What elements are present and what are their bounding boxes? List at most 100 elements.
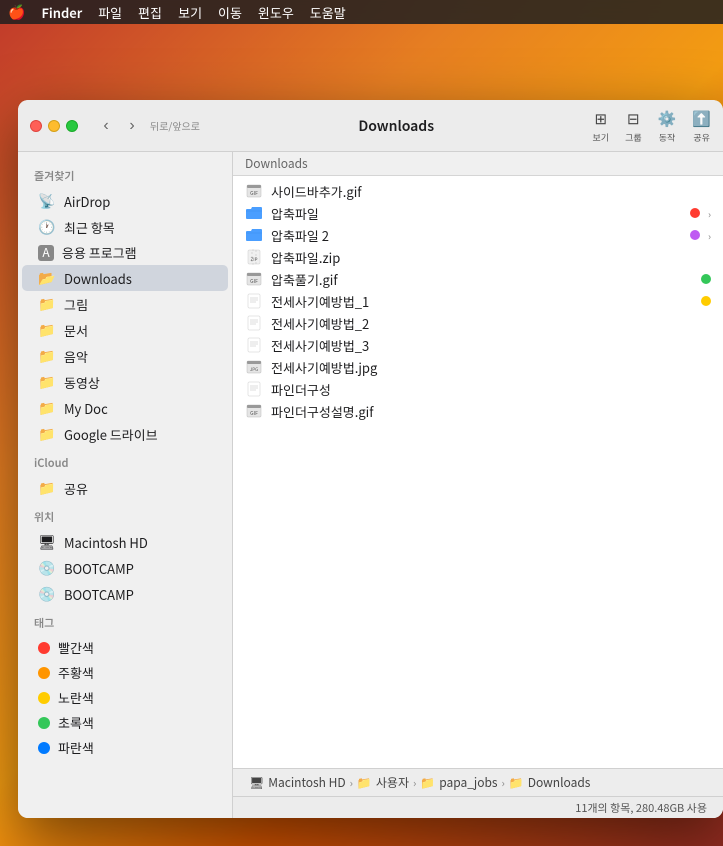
sidebar-item-pictures[interactable]: 📁 그림 xyxy=(22,291,228,317)
menubar-help[interactable]: 도움말 xyxy=(310,3,346,22)
sidebar-item-airdrop[interactable]: 📡 AirDrop xyxy=(22,188,228,214)
sidebar-item-tag-orange[interactable]: 주황색 xyxy=(22,660,228,685)
status-text: 11개의 항목, 280.48GB 사용 xyxy=(575,800,707,816)
svg-text:ZIP: ZIP xyxy=(251,257,258,263)
file-icon-4: GIF xyxy=(245,270,263,288)
group-action[interactable]: ⊟ 그룹 xyxy=(625,108,642,144)
breadcrumb-papa-jobs-icon: 📁 xyxy=(420,774,435,791)
menubar-finder[interactable]: Finder xyxy=(41,3,82,22)
sidebar-item-tag-red[interactable]: 빨간색 xyxy=(22,635,228,660)
toolbar-title: Downloads xyxy=(212,116,581,136)
sidebar-item-movies[interactable]: 📁 동영상 xyxy=(22,369,228,395)
file-badge-5 xyxy=(701,296,711,306)
apps-icon: A xyxy=(38,245,54,261)
file-name-6: 전세사기예방법_2 xyxy=(271,314,711,333)
apple-menu[interactable]: 🍎 xyxy=(8,2,25,22)
fullscreen-button[interactable] xyxy=(66,120,78,132)
sidebar-item-downloads[interactable]: 📂 Downloads xyxy=(22,265,228,291)
action-action[interactable]: ⚙️ 동작 xyxy=(658,108,677,144)
breadcrumb-users-label: 사용자 xyxy=(376,774,409,791)
tag-orange-dot xyxy=(38,667,50,679)
close-button[interactable] xyxy=(30,120,42,132)
back-button[interactable]: ‹ xyxy=(94,114,118,138)
file-icon-9 xyxy=(245,380,263,398)
sidebar-item-macintosh-hd[interactable]: 🖥 Macintosh HD xyxy=(22,529,228,555)
file-item-6[interactable]: 전세사기예방법_2 xyxy=(233,312,723,334)
menubar-view[interactable]: 보기 xyxy=(178,3,202,22)
forward-button[interactable]: › xyxy=(120,114,144,138)
sidebar-item-movies-label: 동영상 xyxy=(64,373,100,392)
sidebar-item-icloud-share-label: 공유 xyxy=(64,479,88,498)
file-icon-5 xyxy=(245,292,263,310)
file-list-header-text: Downloads xyxy=(245,155,308,172)
toolbar-actions: ⊞ 보기 ⊟ 그룹 ⚙️ 동작 ⬆️ 공유 xyxy=(593,108,712,144)
share-action[interactable]: ⬆️ 공유 xyxy=(692,108,711,144)
tag-blue-dot xyxy=(38,742,50,754)
sidebar-item-apps-label: 응용 프로그램 xyxy=(62,243,137,262)
file-item-2[interactable]: 압축파일 2 › xyxy=(233,224,723,246)
icloud-label: iCloud xyxy=(18,447,232,475)
status-bar: 11개의 항목, 280.48GB 사용 xyxy=(233,796,723,818)
airdrop-icon: 📡 xyxy=(38,191,56,211)
sidebar-item-tag-yellow-label: 노란색 xyxy=(58,688,94,707)
file-name-7: 전세사기예방법_3 xyxy=(271,336,711,355)
menubar-file[interactable]: 파일 xyxy=(98,3,122,22)
file-name-8: 전세사기예방법.jpg xyxy=(271,358,711,377)
file-item-7[interactable]: 전세사기예방법_3 xyxy=(233,334,723,356)
file-item-3[interactable]: ZIP 압축파일.zip xyxy=(233,246,723,268)
tags-label: 태그 xyxy=(18,607,232,635)
sidebar-item-bootcamp1-label: BOOTCAMP xyxy=(64,559,134,578)
file-name-4: 압축풀기.gif xyxy=(271,270,693,289)
nav-buttons: ‹ › xyxy=(94,114,144,138)
breadcrumb-macintosh-hd-icon: 🖥 xyxy=(249,774,264,791)
sidebar-item-music[interactable]: 📁 음악 xyxy=(22,343,228,369)
file-item-1[interactable]: 압축파일 › xyxy=(233,202,723,224)
file-item-10[interactable]: GIF 파인더구성설명.gif xyxy=(233,400,723,422)
breadcrumb-downloads-icon: 📁 xyxy=(509,774,524,791)
breadcrumb-users[interactable]: 📁 사용자 xyxy=(357,774,409,791)
sidebar-item-mydoc-label: My Doc xyxy=(64,399,108,418)
menubar-window[interactable]: 윈도우 xyxy=(258,3,294,22)
file-chevron-1: › xyxy=(708,206,711,221)
breadcrumb-macintosh-hd[interactable]: 🖥 Macintosh HD xyxy=(249,774,346,791)
location-label: 위치 xyxy=(18,501,232,529)
downloads-folder-icon: 📂 xyxy=(38,268,56,288)
file-item-0[interactable]: GIF 사이드바추가.gif xyxy=(233,180,723,202)
sidebar-item-mydoc[interactable]: 📁 My Doc xyxy=(22,395,228,421)
sidebar-item-documents[interactable]: 📁 문서 xyxy=(22,317,228,343)
sidebar-item-tag-yellow[interactable]: 노란색 xyxy=(22,685,228,710)
sidebar-item-googledrive[interactable]: 📁 Google 드라이브 xyxy=(22,421,228,447)
sidebar-item-tag-blue[interactable]: 파란색 xyxy=(22,735,228,760)
sidebar-item-tag-blue-label: 파란색 xyxy=(58,738,94,757)
sidebar-item-apps[interactable]: A 응용 프로그램 xyxy=(22,240,228,265)
sidebar-item-bootcamp2[interactable]: 💿 BOOTCAMP xyxy=(22,581,228,607)
menubar-go[interactable]: 이동 xyxy=(218,3,242,22)
breadcrumb-downloads[interactable]: 📁 Downloads xyxy=(509,774,591,791)
sidebar: 즐겨찾기 📡 AirDrop 🕐 최근 항목 A 응용 프로그램 xyxy=(18,152,233,818)
movies-icon: 📁 xyxy=(38,372,56,392)
sidebar-item-tag-green[interactable]: 초록색 xyxy=(22,710,228,735)
file-icon-2 xyxy=(245,226,263,244)
file-item-8[interactable]: JPG 전세사기예방법.jpg xyxy=(233,356,723,378)
view-action[interactable]: ⊞ 보기 xyxy=(593,108,610,144)
file-item-4[interactable]: GIF 압축풀기.gif xyxy=(233,268,723,290)
file-name-3: 압축파일.zip xyxy=(271,248,711,267)
file-item-9[interactable]: 파인더구성 xyxy=(233,378,723,400)
sidebar-item-recents[interactable]: 🕐 최근 항목 xyxy=(22,214,228,240)
sidebar-item-bootcamp1[interactable]: 💿 BOOTCAMP xyxy=(22,555,228,581)
desktop: 🍎 Finder 파일 편집 보기 이동 윈도우 도움말 ‹ › 뒤로/앞으로 … xyxy=(0,0,723,846)
sidebar-item-icloud-share[interactable]: 📁 공유 xyxy=(22,475,228,501)
file-name-1: 압축파일 xyxy=(271,204,682,223)
svg-text:JPG: JPG xyxy=(250,367,258,373)
minimize-button[interactable] xyxy=(48,120,60,132)
documents-icon: 📁 xyxy=(38,320,56,340)
file-item-5[interactable]: 전세사기예방법_1 xyxy=(233,290,723,312)
breadcrumb-papa-jobs[interactable]: 📁 papa_jobs xyxy=(420,774,497,791)
file-chevron-2: › xyxy=(708,228,711,243)
breadcrumb-papa-jobs-label: papa_jobs xyxy=(439,774,497,791)
finder-window: ‹ › 뒤로/앞으로 Downloads ⊞ 보기 ⊟ 그룹 ⚙️ 동작 xyxy=(18,100,723,818)
mydoc-icon: 📁 xyxy=(38,398,56,418)
breadcrumb-sep-3: › xyxy=(501,775,504,791)
menubar-edit[interactable]: 편집 xyxy=(138,3,162,22)
sidebar-item-downloads-label: Downloads xyxy=(64,269,132,288)
